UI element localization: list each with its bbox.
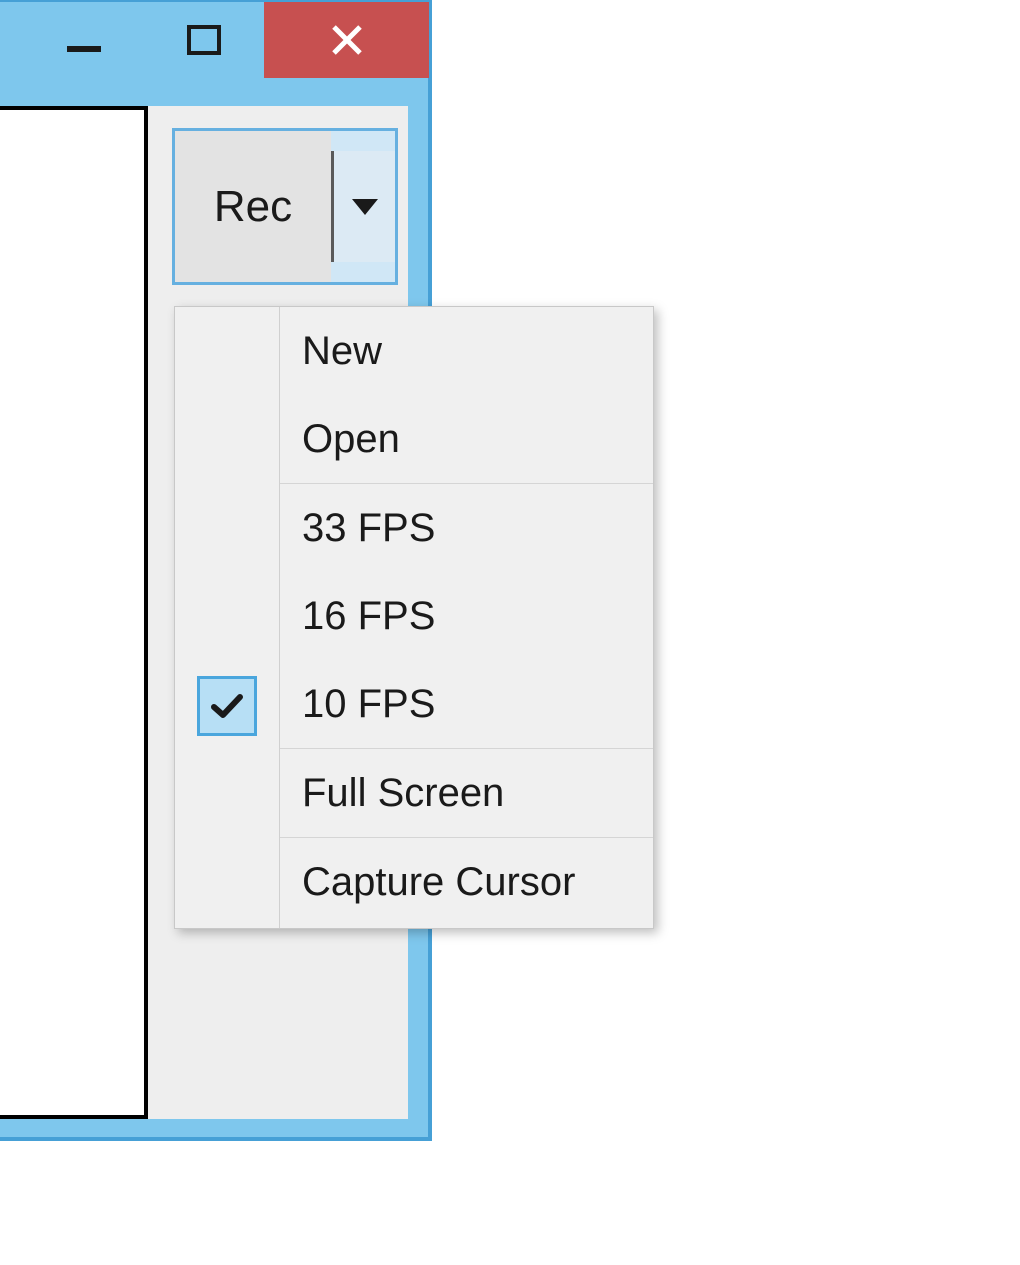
menu-item-label: 33 FPS: [302, 506, 435, 551]
maximize-button[interactable]: [144, 2, 264, 78]
check-icon: [210, 692, 244, 720]
close-icon: [330, 23, 364, 57]
menu-item-label: Open: [302, 417, 400, 462]
content-pane: [0, 106, 148, 1119]
titlebar: [0, 2, 428, 106]
window-controls: [24, 2, 428, 78]
menu-item-label: New: [302, 329, 382, 374]
record-button[interactable]: Rec: [175, 131, 331, 282]
maximize-icon: [187, 25, 221, 55]
chevron-down-icon: [352, 199, 378, 215]
menu-check-column: [175, 307, 280, 928]
menu-item-label: Capture Cursor: [302, 860, 575, 905]
record-split-button: Rec: [172, 128, 398, 285]
menu-item-33fps[interactable]: 33 FPS: [280, 484, 653, 572]
menu-item-10fps[interactable]: 10 FPS: [280, 660, 653, 748]
menu-item-label: 16 FPS: [302, 594, 435, 639]
minimize-icon: [67, 46, 101, 52]
menu-checkmark: [197, 676, 257, 736]
menu-item-fullscreen[interactable]: Full Screen: [280, 749, 653, 837]
record-dropdown-menu: New Open 33 FPS 16 FPS 10 FPS Full Scree…: [174, 306, 654, 929]
minimize-button[interactable]: [24, 2, 144, 78]
record-button-label: Rec: [214, 182, 292, 232]
menu-item-16fps[interactable]: 16 FPS: [280, 572, 653, 660]
record-dropdown-button[interactable]: [331, 151, 395, 262]
menu-item-label: Full Screen: [302, 771, 504, 816]
menu-items: New Open 33 FPS 16 FPS 10 FPS Full Scree…: [280, 307, 653, 928]
menu-item-capture-cursor[interactable]: Capture Cursor: [280, 838, 653, 926]
menu-item-new[interactable]: New: [280, 307, 653, 395]
close-button[interactable]: [264, 2, 429, 78]
menu-item-label: 10 FPS: [302, 682, 435, 727]
menu-item-open[interactable]: Open: [280, 395, 653, 483]
